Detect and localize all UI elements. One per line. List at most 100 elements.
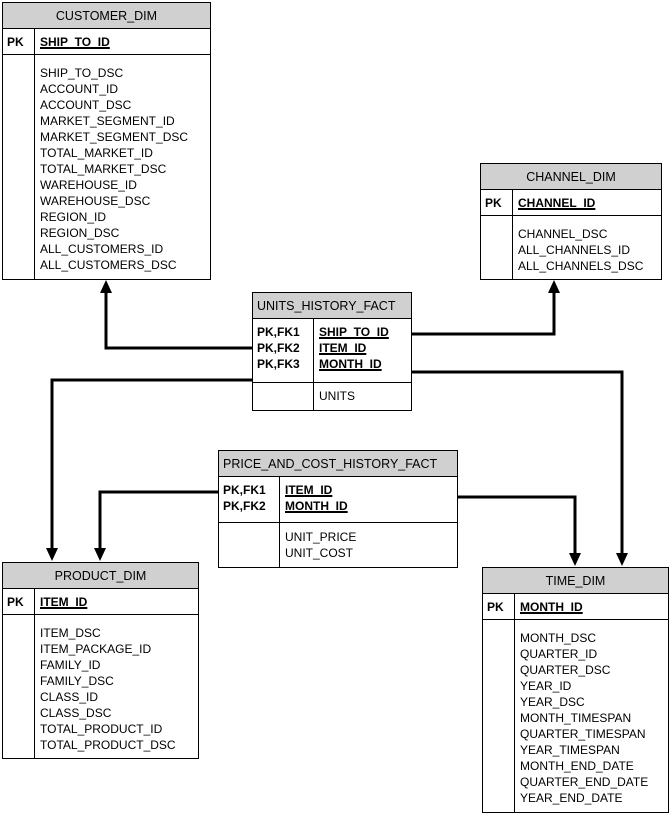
attribute-field: ALL_CUSTOMERS_ID <box>40 242 164 256</box>
attribute-field: ALL_CUSTOMERS_DSC <box>40 258 177 272</box>
key-label: PK,FK1 <box>257 325 300 339</box>
primary-key-field: SHIP_TO_ID <box>319 325 389 339</box>
attribute-field: MARKET_SEGMENT_ID <box>40 114 175 128</box>
entity-price-and-cost-history-fact[interactable]: PRICE_AND_COST_HISTORY_FACT PK,FK1 PK,FK… <box>218 450 458 568</box>
attribute-field: YEAR_END_DATE <box>520 791 623 805</box>
key-label: PK,FK1 <box>223 483 266 497</box>
arrow-down-icon <box>569 553 581 566</box>
attribute-field: ITEM_DSC <box>40 626 101 640</box>
attribute-field: QUARTER_ID <box>520 647 598 661</box>
entity-time-dim[interactable]: TIME_DIM PK MONTH_ID MONTH_DSC QUARTER_I… <box>482 567 669 813</box>
attribute-field: MARKET_SEGMENT_DSC <box>40 130 189 144</box>
primary-keys: SHIP_TO_ID ITEM_ID MONTH_ID <box>314 319 389 382</box>
arrow-up-icon <box>548 280 560 293</box>
primary-key-field: ITEM_ID <box>285 483 333 497</box>
entity-customer-dim[interactable]: CUSTOMER_DIM PK SHIP_TO_ID SHIP_TO_DSC A… <box>2 2 211 280</box>
entity-title: TIME_DIM <box>483 568 668 594</box>
attr-key-column <box>3 615 35 758</box>
entity-title: CUSTOMER_DIM <box>3 3 210 29</box>
attr-key-column <box>253 383 314 410</box>
attribute-field: MONTH_END_DATE <box>520 759 634 773</box>
key-label: PK <box>485 196 502 210</box>
primary-key-field: ITEM_ID <box>319 341 367 355</box>
primary-keys: ITEM_ID MONTH_ID <box>280 477 348 522</box>
attribute-list: UNITS <box>314 383 355 410</box>
entity-title: UNITS_HISTORY_FACT <box>253 293 411 319</box>
attr-key-column <box>483 620 515 812</box>
attribute-field: FAMILY_DSC <box>40 674 114 688</box>
attribute-field: MONTH_TIMESPAN <box>520 711 632 725</box>
entity-title: CHANNEL_DIM <box>481 164 661 190</box>
attribute-list: MONTH_DSC QUARTER_ID QUARTER_DSC YEAR_ID… <box>515 620 648 812</box>
attribute-field: QUARTER_TIMESPAN <box>520 727 646 741</box>
attribute-field: UNITS <box>319 389 355 403</box>
key-labels: PK <box>3 29 35 54</box>
primary-key-field: CHANNEL_ID <box>518 196 596 210</box>
attribute-field: UNIT_PRICE <box>285 530 357 544</box>
attribute-field: YEAR_DSC <box>520 695 585 709</box>
attribute-field: WAREHOUSE_DSC <box>40 194 151 208</box>
entity-title: PRODUCT_DIM <box>3 563 198 589</box>
arrow-down-icon <box>616 553 628 566</box>
primary-keys: CHANNEL_ID <box>513 190 595 215</box>
key-labels: PK,FK1 PK,FK2 PK,FK3 <box>253 319 314 382</box>
attribute-field: CLASS_ID <box>40 690 99 704</box>
attribute-field: ALL_CHANNELS_ID <box>518 243 631 257</box>
key-label: PK,FK3 <box>257 357 300 371</box>
attribute-list: UNIT_PRICE UNIT_COST <box>280 523 356 567</box>
link-units-to-customer <box>104 292 252 350</box>
attribute-field: TOTAL_PRODUCT_DSC <box>40 738 176 752</box>
key-label: PK,FK2 <box>257 341 300 355</box>
attribute-field: ITEM_PACKAGE_ID <box>40 642 152 656</box>
attribute-field: FAMILY_ID <box>40 658 101 672</box>
attribute-field: QUARTER_DSC <box>520 663 611 677</box>
attribute-field: CLASS_DSC <box>40 706 112 720</box>
attribute-field: QUARTER_END_DATE <box>520 775 649 789</box>
key-label: PK <box>487 600 504 614</box>
attribute-field: UNIT_COST <box>285 546 354 560</box>
attribute-field: ACCOUNT_DSC <box>40 98 132 112</box>
entity-channel-dim[interactable]: CHANNEL_DIM PK CHANNEL_ID CHANNEL_DSC AL… <box>480 163 662 280</box>
attribute-field: REGION_ID <box>40 210 107 224</box>
attr-key-column <box>3 55 35 279</box>
key-labels: PK <box>483 594 515 619</box>
arrow-up-icon <box>100 280 112 293</box>
attribute-field: WAREHOUSE_ID <box>40 178 137 192</box>
primary-key-field: MONTH_ID <box>319 357 382 371</box>
attribute-field: TOTAL_PRODUCT_ID <box>40 722 163 736</box>
key-label: PK <box>7 595 24 609</box>
primary-key-field: MONTH_ID <box>520 600 583 614</box>
attribute-field: MONTH_DSC <box>520 631 597 645</box>
primary-keys: SHIP_TO_ID <box>35 29 110 54</box>
entity-title: PRICE_AND_COST_HISTORY_FACT <box>219 451 457 477</box>
attribute-field: ACCOUNT_ID <box>40 82 119 96</box>
attribute-field: TOTAL_MARKET_DSC <box>40 162 167 176</box>
entity-product-dim[interactable]: PRODUCT_DIM PK ITEM_ID ITEM_DSC ITEM_PAC… <box>2 562 199 759</box>
link-units-to-channel <box>411 292 556 336</box>
attribute-field: YEAR_ID <box>520 679 572 693</box>
attribute-list: CHANNEL_DSC ALL_CHANNELS_ID ALL_CHANNELS… <box>513 216 643 279</box>
attribute-field: TOTAL_MARKET_ID <box>40 146 153 160</box>
attribute-list: ITEM_DSC ITEM_PACKAGE_ID FAMILY_ID FAMIL… <box>35 615 176 758</box>
link-price-to-time <box>457 495 577 554</box>
arrow-down-icon <box>94 548 106 561</box>
arrow-down-icon <box>46 548 58 561</box>
attribute-field: ALL_CHANNELS_DSC <box>518 259 644 273</box>
primary-key-field: ITEM_ID <box>40 595 88 609</box>
primary-key-field: SHIP_TO_ID <box>40 35 110 49</box>
key-labels: PK <box>3 589 35 614</box>
attribute-field: SHIP_TO_DSC <box>40 66 124 80</box>
link-price-to-product <box>98 490 218 549</box>
primary-keys: MONTH_ID <box>515 594 583 619</box>
key-labels: PK,FK1 PK,FK2 <box>219 477 280 522</box>
attribute-field: CHANNEL_DSC <box>518 227 608 241</box>
attribute-field: REGION_DSC <box>40 226 120 240</box>
attribute-field: YEAR_TIMESPAN <box>520 743 620 757</box>
primary-keys: ITEM_ID <box>35 589 87 614</box>
key-labels: PK <box>481 190 513 215</box>
attr-key-column <box>481 216 513 279</box>
key-label: PK <box>7 35 24 49</box>
attr-key-column <box>219 523 280 567</box>
attribute-list: SHIP_TO_DSC ACCOUNT_ID ACCOUNT_DSC MARKE… <box>35 55 188 279</box>
entity-units-history-fact[interactable]: UNITS_HISTORY_FACT PK,FK1 PK,FK2 PK,FK3 … <box>252 292 412 411</box>
